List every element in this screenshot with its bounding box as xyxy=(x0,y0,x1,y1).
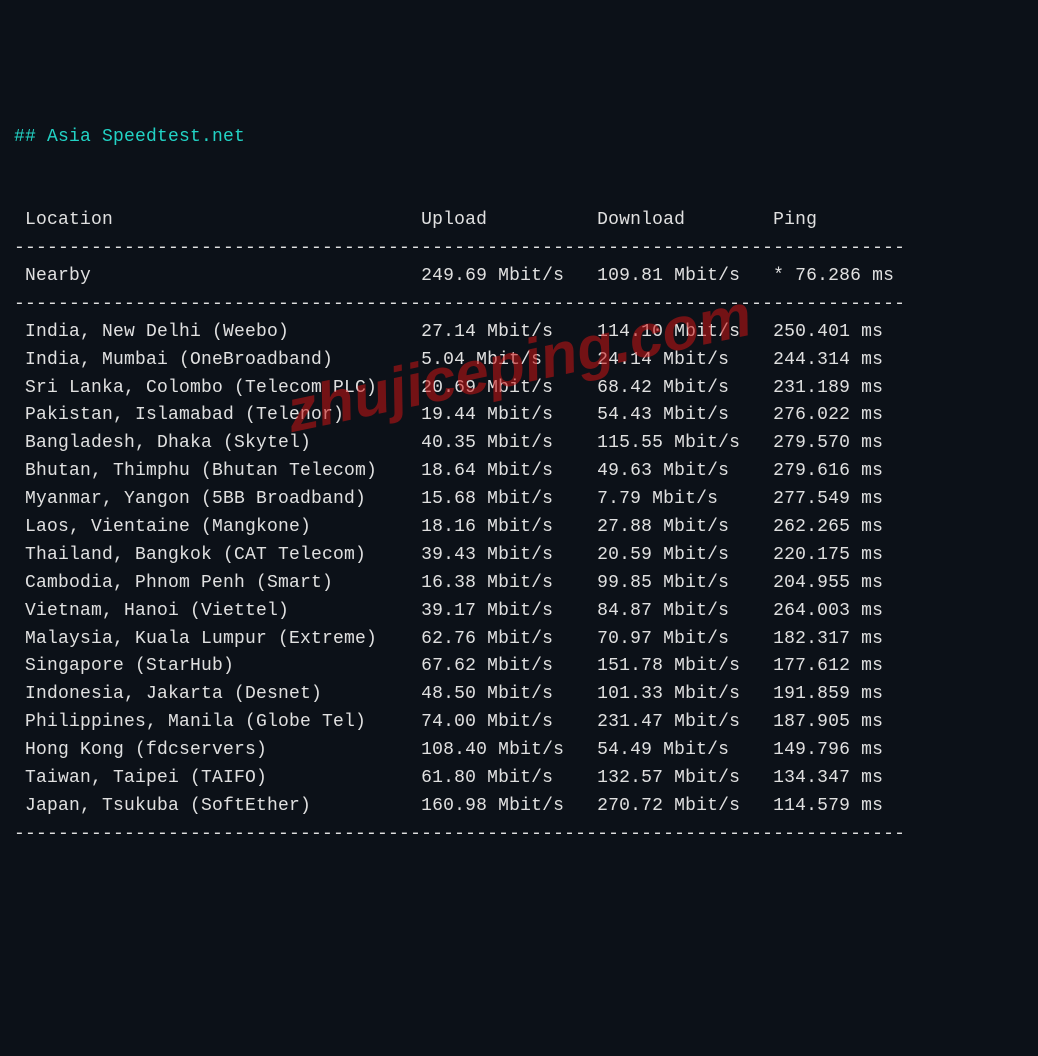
section-title: ## Asia Speedtest.net xyxy=(14,127,245,147)
speedtest-output: Location Upload Download Ping ----------… xyxy=(14,179,1024,848)
